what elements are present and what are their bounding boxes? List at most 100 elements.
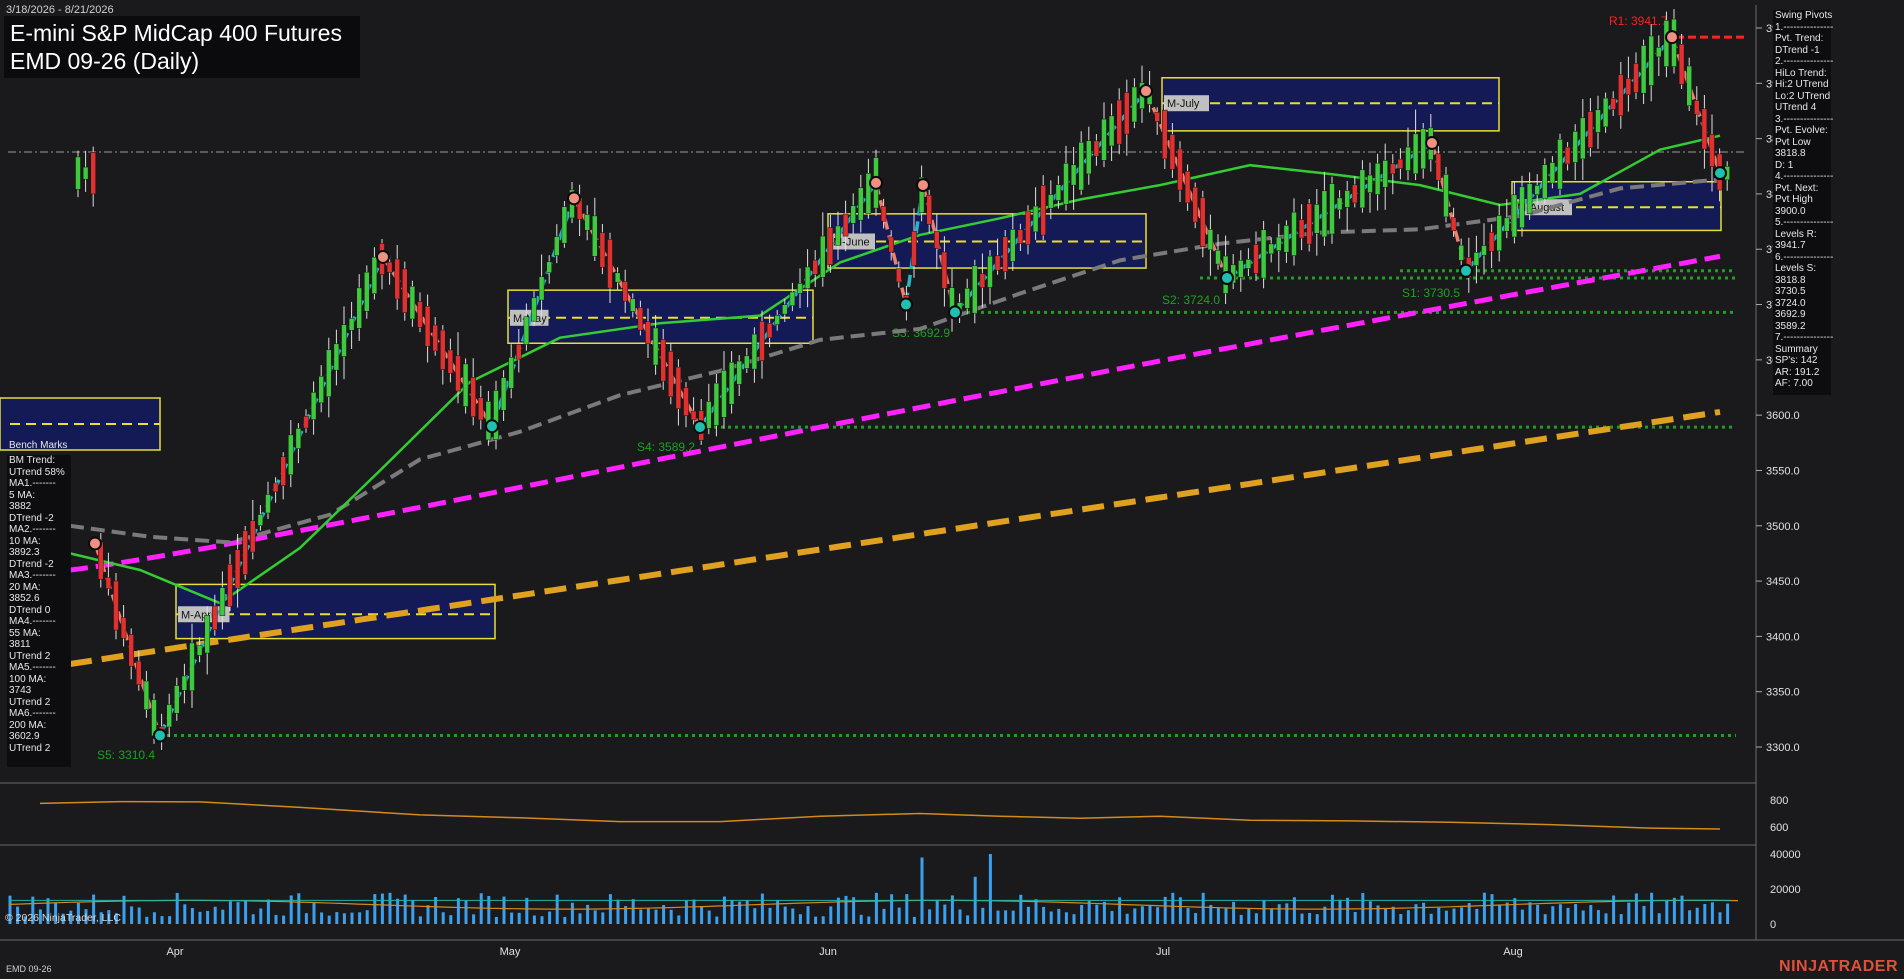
candle-body: [1701, 108, 1708, 150]
volume-bar: [1140, 906, 1144, 924]
volume-bar: [1642, 905, 1646, 924]
candle-body: [1686, 65, 1692, 107]
candle-body: [1504, 217, 1510, 232]
volume-bar: [221, 909, 225, 924]
volume-bar: [183, 904, 187, 924]
volume-bar: [373, 894, 377, 924]
candle-body: [630, 298, 636, 312]
candle-body: [972, 265, 978, 314]
candle-body: [341, 324, 347, 357]
volume-bar: [540, 916, 544, 924]
candle-body: [1656, 47, 1662, 58]
swing-panel-line: Pvt Low: [1775, 136, 1811, 148]
candle-body: [1268, 243, 1274, 255]
swing-down-leg: [93, 542, 162, 737]
volume-bar: [1080, 905, 1084, 924]
candle-body: [189, 642, 195, 691]
volume-bar: [715, 916, 719, 924]
bench-panel-line: UTrend 2: [9, 696, 51, 708]
y-tick-label: 3550.0: [1766, 465, 1800, 477]
volume-bar: [228, 901, 232, 924]
indicator-line: [39, 800, 1721, 830]
volume-bar: [1368, 901, 1372, 924]
bench-panel-line: DTrend -2: [9, 558, 54, 570]
volume-bar: [692, 899, 696, 924]
volume-bar: [1004, 910, 1008, 924]
candle-body: [1131, 86, 1138, 123]
volume-bar: [586, 904, 590, 924]
candle-body: [1154, 111, 1160, 122]
candle-body: [1580, 117, 1586, 160]
candle-body: [257, 514, 264, 526]
candle-body: [90, 152, 96, 195]
candle-body: [1207, 229, 1214, 251]
volume-bar: [1277, 904, 1281, 924]
pivot-low-marker: [153, 728, 167, 743]
candle-body: [1625, 78, 1632, 96]
volume-bar: [1285, 903, 1289, 924]
bench-panel-line: DTrend 0: [9, 604, 51, 616]
y-tick-label: 3500.0: [1766, 521, 1800, 533]
swing-pivots-panel: Swing Pivots 1.--------------- Pvt. Trend:…: [1773, 10, 1834, 395]
volume-bar: [791, 908, 795, 924]
bench-panel-line: MA1.-------: [9, 478, 56, 489]
volume-bar: [1498, 904, 1502, 924]
volume-bar: [1384, 908, 1388, 924]
bench-panel-line: 5 MA:: [9, 489, 36, 501]
volume-bar: [631, 899, 635, 924]
candle-body: [295, 428, 302, 449]
volume-bar: [1353, 912, 1357, 924]
candle-body: [386, 261, 393, 273]
volume-bar: [616, 899, 620, 924]
candle-body: [614, 272, 621, 283]
volume-bar: [320, 912, 324, 924]
candle-body: [219, 587, 226, 616]
volume-bar: [943, 904, 947, 924]
candle-body: [318, 376, 324, 404]
candle-body: [994, 255, 1001, 271]
candle-body: [1367, 174, 1373, 193]
volume-bar: [365, 910, 369, 924]
volume-bar: [532, 915, 536, 924]
candle-body: [1595, 109, 1601, 133]
indicator-tick-label: 800: [1770, 795, 1788, 807]
swing-panel-line: 5.---------------: [1775, 217, 1834, 228]
candle-body: [1253, 244, 1259, 274]
volume-bar: [1049, 911, 1053, 924]
volume-bar: [1163, 896, 1167, 924]
candle-body: [668, 351, 674, 397]
volume-bar: [1604, 913, 1608, 924]
volume-bar: [563, 916, 567, 924]
volume-bar: [456, 898, 460, 924]
candle-body: [310, 391, 317, 420]
volume-bar: [958, 909, 962, 924]
volume-bar: [1346, 897, 1350, 924]
candle-body: [926, 194, 932, 225]
volume-bar: [1566, 907, 1570, 924]
volume-bar: [1460, 907, 1464, 924]
price-chart[interactable]: 3300.0 3350.0 3400.0 3450.0 3500.0 3550.0 3600…: [0, 0, 1904, 979]
volume-bar: [449, 915, 453, 924]
volume-bar: [593, 910, 597, 924]
candle-body: [941, 251, 948, 289]
volume-bar: [1110, 911, 1114, 924]
bench-panel-line: 3602.9: [9, 731, 40, 742]
candle-body: [1108, 115, 1115, 147]
volume-bar: [1581, 910, 1585, 924]
candle-body: [721, 370, 727, 418]
volume-bar: [1422, 902, 1426, 924]
volume-bar: [1308, 912, 1312, 924]
volume-bar: [882, 908, 886, 924]
candle-body: [272, 482, 279, 493]
bench-panel-line: MA5.-------: [9, 662, 56, 673]
candle-body: [1215, 250, 1221, 265]
volume-bar: [1034, 899, 1038, 924]
volume-bar: [411, 899, 415, 924]
swing-panel-line: Lo:2 UTrend: [1775, 90, 1831, 102]
volume-bar: [206, 910, 210, 924]
volume-bar: [1391, 906, 1395, 924]
pivot-low-marker: [485, 419, 499, 434]
volume-tick-label: 40000: [1770, 849, 1801, 861]
candle-body: [242, 530, 248, 575]
pivot-high-marker: [1425, 136, 1439, 151]
